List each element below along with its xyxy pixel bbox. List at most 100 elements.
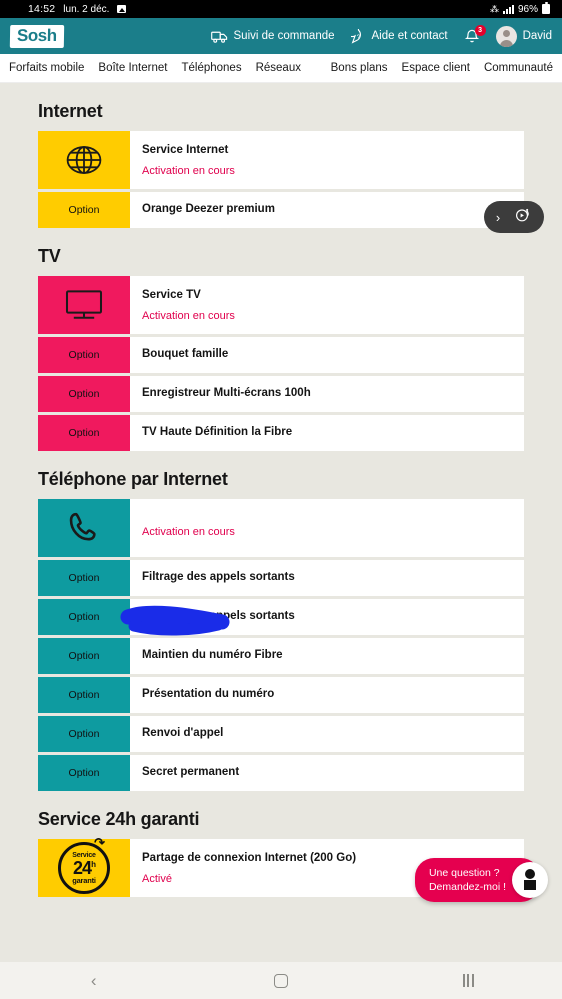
nav-item-espace-client[interactable]: Espace client (395, 62, 477, 74)
nav-item-boite-internet[interactable]: Boîte Internet (91, 62, 174, 74)
image-icon (117, 5, 127, 13)
help-contact-label: Aide et contact (371, 30, 448, 42)
android-nav-bar: ‹ (0, 962, 562, 999)
option-tile-label: Option (38, 716, 130, 752)
row-body: Présentation du numéro (130, 677, 524, 713)
tv-icon (38, 276, 130, 334)
chat-avatar-icon[interactable] (512, 861, 548, 898)
service-row-internet[interactable]: Service Internet Activation en cours (38, 131, 524, 189)
main-navigation: Forfaits mobile Boîte Internet Téléphone… (0, 54, 562, 83)
badge-number: 24h (73, 857, 96, 878)
row-body: Service TV Activation en cours (130, 276, 524, 334)
question-bubble-icon: ? (350, 28, 366, 44)
service-title: Service Internet (142, 143, 229, 156)
option-row[interactable]: Option Filtrage des appels sortants (38, 560, 524, 596)
notifications-button[interactable]: 3 (464, 25, 486, 44)
status-time: 14:52 (28, 3, 56, 15)
option-tile-label: Option (38, 638, 130, 674)
nav-item-telephones[interactable]: Téléphones (174, 62, 248, 74)
service-row-telephone[interactable]: Activation en cours (38, 499, 524, 557)
chevron-right-icon: › (495, 209, 501, 225)
battery-percent: 96% (517, 3, 538, 15)
rotate-arrow-icon: ↷ (94, 835, 105, 850)
section-internet: Internet Service Internet Activation en … (0, 83, 562, 228)
sosh-logo[interactable]: Sosh (9, 24, 64, 48)
option-row[interactable]: Option Présentation du numéro (38, 677, 524, 713)
assistant-orb-icon (512, 205, 532, 230)
help-contact-link[interactable]: ? Aide et contact (350, 28, 448, 44)
nav-home-button[interactable] (246, 962, 316, 999)
option-title: Filtrage des appels sortants (142, 571, 295, 584)
row-body: Filtrage des appels sortants (130, 560, 524, 596)
option-tile-label: Option (38, 337, 130, 373)
option-title: Présentation du numéro (142, 688, 275, 701)
service-status: Activation en cours (142, 310, 235, 323)
nav-back-button[interactable]: ‹ (59, 962, 129, 999)
option-row[interactable]: Option Orange Deezer premium (38, 192, 524, 228)
order-tracking-label: Suivi de commande (233, 30, 335, 42)
service-24h-badge-icon: ↷ Service 24h garanti (38, 836, 130, 897)
option-tile-label: Option (38, 192, 130, 228)
back-chevron-icon: ‹ (90, 970, 97, 990)
row-body: Orange Deezer premium (130, 192, 524, 228)
option-tile-label: Option (38, 560, 130, 596)
service-rows: Service TV Activation en cours Option Bo… (38, 276, 524, 451)
section-telephone-par-internet: Téléphone par Internet Activation en cou… (0, 451, 562, 791)
phone-icon (38, 499, 130, 557)
option-row[interactable]: Option Secret permanent (38, 755, 524, 791)
service-rows: Activation en cours Option Filtrage des … (38, 499, 524, 791)
option-row[interactable]: Option Filtrage des appels sortants (38, 599, 524, 635)
phone-screen: 14:52 lun. 2 déc. ⁂ 96% Sosh Suivi de co… (0, 0, 562, 999)
option-title: TV Haute Définition la Fibre (142, 426, 293, 439)
user-menu[interactable]: David (495, 25, 552, 47)
option-row[interactable]: Option Bouquet famille (38, 337, 524, 373)
section-title: TV (38, 246, 61, 266)
chat-widget[interactable]: Une question ? Demandez-moi ! (414, 857, 548, 902)
nav-item-forfaits-mobile[interactable]: Forfaits mobile (2, 62, 91, 74)
service-status: Activation en cours (142, 165, 235, 178)
svg-text:?: ? (356, 33, 360, 40)
option-row[interactable]: Option Renvoi d'appel (38, 716, 524, 752)
badge-24h: ↷ Service 24h garanti (58, 836, 110, 894)
option-title: Bouquet famille (142, 348, 229, 361)
row-body: Bouquet famille (130, 337, 524, 373)
order-tracking-link[interactable]: Suivi de commande (210, 30, 335, 43)
section-tv: TV Service TV Activation en cours Option… (0, 228, 562, 451)
row-body: Filtrage des appels sortants (130, 599, 524, 635)
battery-icon (542, 2, 550, 14)
user-name: David (522, 30, 552, 42)
badge-bottom-label: garanti (72, 875, 96, 885)
row-body: Enregistreur Multi-écrans 100h (130, 376, 524, 412)
header-actions: Suivi de commande ? Aide et contact 3 Da… (210, 25, 552, 47)
service-status: Activation en cours (142, 525, 235, 538)
option-tile-label: Option (38, 415, 130, 451)
nav-item-reseaux[interactable]: Réseaux (249, 62, 308, 74)
chat-line-1: Une question ? (428, 866, 500, 879)
nav-item-communaute[interactable]: Communauté (477, 62, 560, 74)
option-tile-label: Option (38, 677, 130, 713)
option-row[interactable]: Option Enregistreur Multi-écrans 100h (38, 376, 524, 412)
nav-item-bons-plans[interactable]: Bons plans (324, 62, 395, 74)
option-row[interactable]: Option Maintien du numéro Fibre (38, 638, 524, 674)
site-header: Sosh Suivi de commande ? Aide et contact… (0, 18, 562, 54)
service-rows: Service Internet Activation en cours Opt… (38, 131, 524, 228)
option-row[interactable]: Option TV Haute Définition la Fibre (38, 415, 524, 451)
nav-recents-button[interactable] (433, 962, 503, 999)
assistant-pill-button[interactable]: › (484, 201, 544, 233)
signal-bars-icon (502, 4, 514, 14)
service-row-tv[interactable]: Service TV Activation en cours (38, 276, 524, 334)
chat-line-2: Demandez-moi ! (428, 880, 506, 893)
row-body: Maintien du numéro Fibre (130, 638, 524, 674)
option-title: Enregistreur Multi-écrans 100h (142, 387, 311, 400)
section-title: Internet (38, 101, 103, 121)
option-tile-label: Option (38, 599, 130, 635)
notification-badge: 3 (474, 25, 486, 36)
service-title: Service TV (142, 288, 201, 301)
option-title: Secret permanent (142, 766, 240, 779)
option-title: Maintien du numéro Fibre (142, 649, 283, 662)
network-transfer-icon: ⁂ (489, 3, 499, 14)
globe-icon (38, 131, 130, 189)
row-body: Secret permanent (130, 755, 524, 791)
truck-icon (210, 30, 228, 43)
option-tile-label: Option (38, 755, 130, 791)
